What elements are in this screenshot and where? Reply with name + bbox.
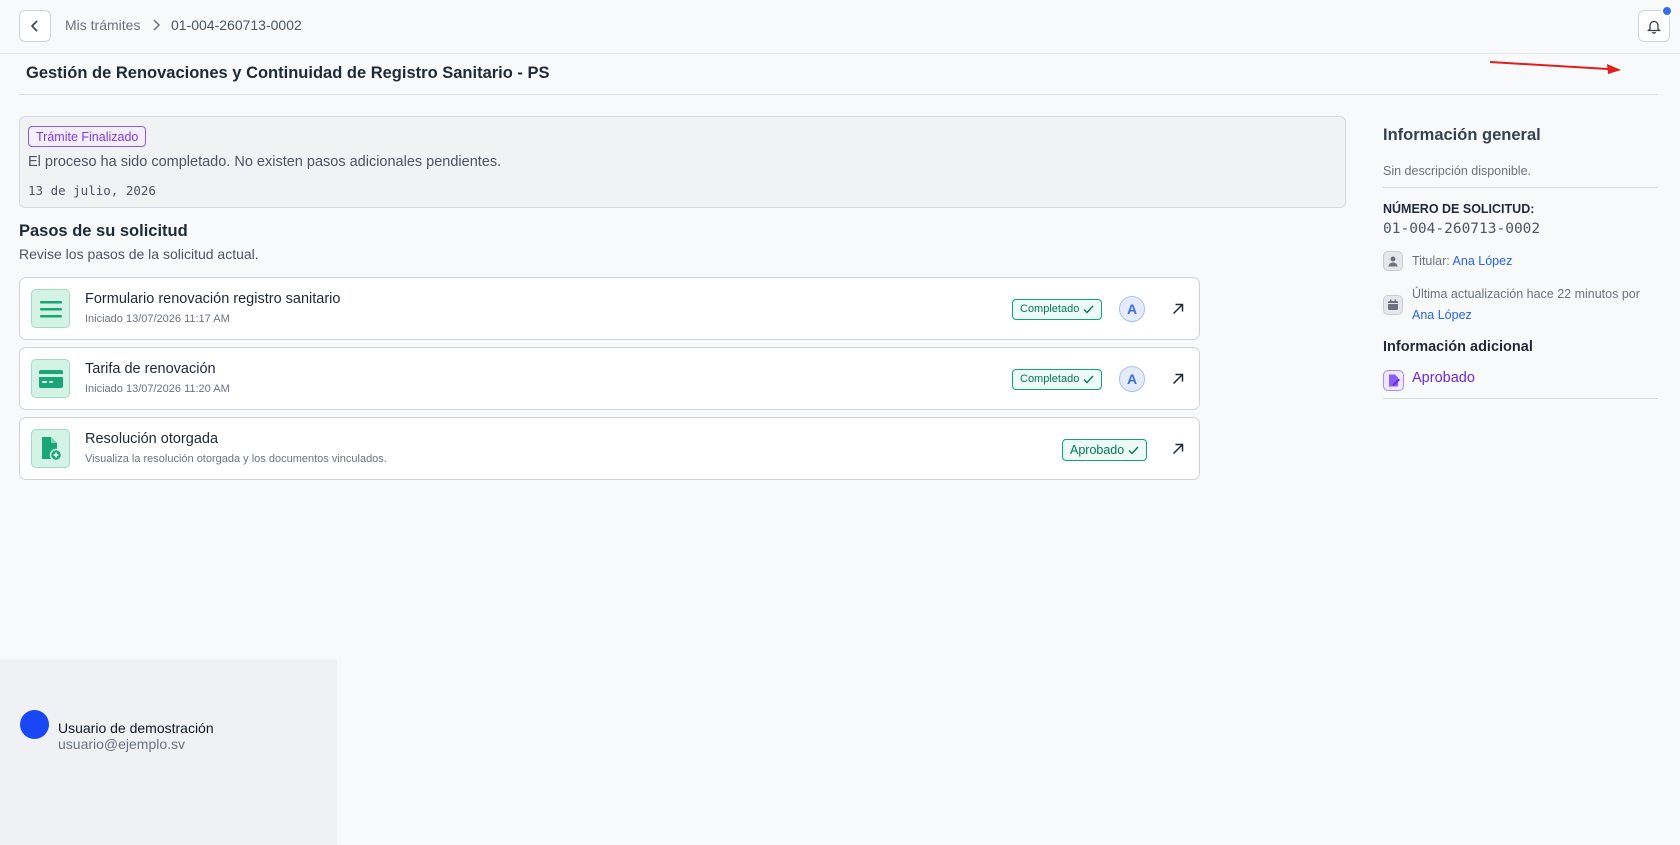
info-title: Información general bbox=[1383, 126, 1541, 144]
calendar-icon bbox=[1383, 295, 1403, 315]
step-status-label: Completado bbox=[1020, 373, 1080, 385]
avatar[interactable] bbox=[20, 710, 49, 739]
status-badge: Trámite Finalizado bbox=[28, 126, 147, 147]
updated-by-link[interactable]: Ana López bbox=[1412, 308, 1472, 322]
step-name: Resolución otorgada bbox=[85, 431, 219, 447]
status-message: El proceso ha sido completado. No existe… bbox=[28, 154, 502, 170]
step-meta: Iniciado 13/07/2026 11:17 AM bbox=[85, 313, 230, 325]
arrow-up-right-icon bbox=[1172, 373, 1184, 385]
step-card[interactable]: Tarifa de renovación Iniciado 13/07/2026… bbox=[19, 347, 1200, 410]
check-icon bbox=[1083, 305, 1094, 314]
approved-document-icon bbox=[1383, 370, 1404, 391]
form-lines-icon bbox=[31, 289, 70, 328]
open-step-button[interactable] bbox=[1165, 436, 1191, 462]
open-step-button[interactable] bbox=[1165, 296, 1191, 322]
holder-name-link[interactable]: Ana López bbox=[1453, 254, 1513, 268]
chevron-left-icon bbox=[30, 20, 38, 32]
additional-status-link[interactable]: Aprobado bbox=[1412, 370, 1475, 386]
user-panel: Usuario de demostración usuario@ejemplo.… bbox=[0, 659, 337, 845]
arrow-up-right-icon bbox=[1172, 303, 1184, 315]
request-number: 01-004-260713-0002 bbox=[1383, 221, 1541, 237]
bell-icon bbox=[1647, 20, 1661, 34]
user-name: Usuario de demostración bbox=[58, 720, 214, 736]
user-icon bbox=[1383, 251, 1403, 271]
document-plus-icon bbox=[31, 429, 70, 468]
step-card[interactable]: Resolución otorgada Visualiza la resoluc… bbox=[19, 417, 1200, 480]
breadcrumb-current: 01-004-260713-0002 bbox=[171, 17, 302, 33]
user-email: usuario@ejemplo.sv bbox=[58, 736, 186, 752]
open-step-button[interactable] bbox=[1165, 366, 1191, 392]
back-button[interactable] bbox=[19, 10, 51, 42]
step-status-badge: Completado bbox=[1012, 369, 1103, 390]
assignee-avatar: A bbox=[1119, 366, 1145, 392]
step-card[interactable]: Formulario renovación registro sanitario… bbox=[19, 277, 1200, 340]
annotation-arrow-icon bbox=[1489, 61, 1621, 74]
last-update-text: Última actualización hace 22 minutos por bbox=[1412, 287, 1640, 301]
info-divider bbox=[1383, 398, 1658, 399]
step-meta: Visualiza la resolución otorgada y los d… bbox=[85, 453, 387, 465]
page-title: Gestión de Renovaciones y Continuidad de… bbox=[26, 64, 550, 82]
holder-info: Titular: Ana López bbox=[1412, 254, 1512, 268]
step-meta: Iniciado 13/07/2026 11:20 AM bbox=[85, 383, 230, 395]
steps-title: Pasos de su solicitud bbox=[19, 222, 188, 240]
credit-card-icon bbox=[31, 359, 70, 398]
notification-dot bbox=[1661, 5, 1673, 17]
steps-subtitle: Revise los pasos de la solicitud actual. bbox=[19, 246, 259, 262]
step-status-label: Completado bbox=[1020, 303, 1080, 315]
request-number-label: NÚMERO DE SOLICITUD: bbox=[1383, 202, 1535, 216]
additional-info-title: Información adicional bbox=[1383, 339, 1533, 355]
assignee-avatar: A bbox=[1119, 296, 1145, 322]
step-status-badge: Aprobado bbox=[1062, 439, 1148, 461]
top-bar: Mis trámites 01-004-260713-0002 bbox=[0, 0, 1680, 54]
step-status-badge: Completado bbox=[1012, 299, 1103, 320]
status-date: 13 de julio, 2026 bbox=[28, 183, 156, 198]
title-divider bbox=[19, 94, 1658, 95]
status-card: Trámite Finalizado El proceso ha sido co… bbox=[19, 116, 1346, 208]
chevron-right-icon bbox=[153, 19, 161, 31]
check-icon bbox=[1083, 375, 1094, 384]
check-icon bbox=[1128, 446, 1139, 455]
info-divider bbox=[1383, 187, 1658, 188]
holder-label: Titular: bbox=[1412, 254, 1450, 268]
info-description: Sin descripción disponible. bbox=[1383, 164, 1532, 178]
step-name: Formulario renovación registro sanitario bbox=[85, 291, 341, 307]
step-status-label: Aprobado bbox=[1070, 442, 1125, 457]
breadcrumb-link-my-procedures[interactable]: Mis trámites bbox=[65, 17, 140, 33]
step-name: Tarifa de renovación bbox=[85, 361, 216, 377]
arrow-up-right-icon bbox=[1172, 443, 1184, 455]
